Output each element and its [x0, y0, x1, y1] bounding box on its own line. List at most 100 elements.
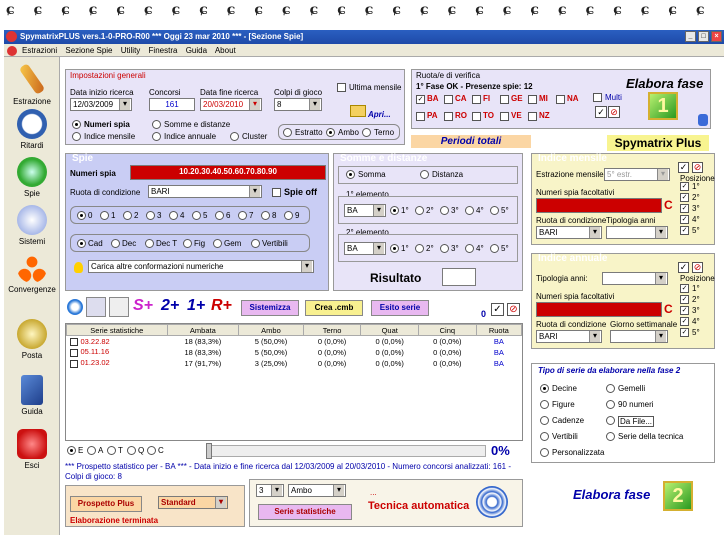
distanza-radio[interactable] [420, 170, 429, 179]
digit-radio-7[interactable] [238, 211, 247, 220]
table-row[interactable]: 03.22.82 18 (83,3%) 5 (50,0%) 0 (0,0%) 0 (0,… [67, 336, 522, 347]
apos-check-4[interactable]: ✓ [680, 317, 689, 326]
indice-mensile-radio[interactable] [72, 132, 81, 141]
table-row[interactable]: 05.11.16 18 (83,3%) 5 (50,0%) 0 (0,0%) 0 (0,… [67, 347, 522, 358]
digit-radio-1[interactable] [100, 211, 109, 220]
menu-guida[interactable]: Guida [186, 46, 207, 55]
pos2-radio-2[interactable] [415, 244, 424, 253]
sidebar-item-ritardi[interactable]: Ritardi [4, 109, 60, 150]
fase2-radio-gemelli[interactable] [606, 384, 615, 393]
ruota-checkbox-fi[interactable] [472, 95, 481, 104]
sorte-select[interactable]: Ambo [288, 484, 346, 497]
elemento-1-ruota[interactable]: BA [344, 204, 386, 217]
annuale-clear-c-button[interactable]: C [664, 302, 673, 316]
standard-select[interactable]: Standard [158, 496, 228, 509]
ruota-checkbox-na[interactable] [556, 95, 565, 104]
fase2-radio-vertibili[interactable] [540, 432, 549, 441]
mpos-check-1[interactable]: ✓ [680, 182, 689, 191]
somme-distanze-radio[interactable] [152, 120, 161, 129]
row-checkbox[interactable] [69, 337, 78, 346]
sorte-filter-radio-q[interactable] [127, 446, 136, 455]
menu-about[interactable]: About [215, 46, 236, 55]
fase2-radio-da-file-[interactable] [606, 416, 615, 425]
digit-radio-4[interactable] [169, 211, 178, 220]
annuale-tipologia-select[interactable] [602, 272, 668, 285]
digit-radio-5[interactable] [192, 211, 201, 220]
menu-utility[interactable]: Utility [121, 46, 141, 55]
progress-slider[interactable] [206, 445, 486, 457]
elemento-2-ruota[interactable]: BA [344, 242, 386, 255]
pos2-radio-5[interactable] [490, 244, 499, 253]
zoom-icon[interactable] [86, 297, 106, 317]
mensile-clear-all[interactable]: ⊘ [692, 162, 703, 173]
ruota-checkbox-ca[interactable] [444, 95, 453, 104]
fase2-radio-cadenze[interactable] [540, 416, 549, 425]
periodi-totali-bar[interactable]: Periodi totali [411, 135, 531, 148]
sorte-filter-radio-e[interactable] [67, 446, 76, 455]
ultima-mensile-checkbox[interactable] [337, 83, 346, 92]
ruota-checkbox-nz[interactable] [528, 112, 537, 121]
numeri-spia-radio[interactable] [72, 120, 81, 129]
menu-estrazioni[interactable]: Estrazioni [22, 46, 57, 55]
pos1-radio-3[interactable] [440, 206, 449, 215]
clear-all-button[interactable]: ⊘ [608, 106, 620, 118]
crea-cmb-button[interactable]: Crea .cmb [305, 300, 363, 316]
one-plus-button[interactable]: 1+ [187, 297, 205, 315]
clear-c-button[interactable]: C [664, 198, 673, 212]
carica-conformazioni-select[interactable]: Carica altre conformazioni numeriche [88, 260, 314, 273]
pos2-radio-3[interactable] [440, 244, 449, 253]
sidebar-item-spie[interactable]: Spie [4, 157, 60, 198]
menu-finestra[interactable]: Finestra [149, 46, 178, 55]
ruota-checkbox-ba[interactable]: ✓ [416, 95, 425, 104]
fase-2-button[interactable]: 2 [663, 481, 693, 511]
tipologia-anni-select[interactable] [606, 226, 668, 239]
table-row[interactable]: 01.23.02 17 (91,7%) 3 (25,0%) 0 (0,0%) 0 (0,… [67, 358, 522, 369]
menu-sezione-spie[interactable]: Sezione Spie [65, 46, 112, 55]
pos1-radio-5[interactable] [490, 206, 499, 215]
sorte-filter-radio-a[interactable] [87, 446, 96, 455]
spie-off-checkbox[interactable] [272, 188, 281, 197]
num-select[interactable]: 3 [256, 484, 284, 497]
check-all-button[interactable]: ✓ [595, 106, 607, 118]
mensile-check-all[interactable]: ✓ [678, 162, 689, 173]
sorte-filter-radio-t[interactable] [107, 446, 116, 455]
digit-radio-8[interactable] [261, 211, 270, 220]
mpos-check-3[interactable]: ✓ [680, 204, 689, 213]
ruota-checkbox-to[interactable] [472, 112, 481, 121]
fase2-radio-personalizzata[interactable] [540, 448, 549, 457]
pos1-radio-4[interactable] [465, 206, 474, 215]
estratto-radio[interactable] [283, 128, 292, 137]
apos-check-1[interactable]: ✓ [680, 284, 689, 293]
pos1-radio-2[interactable] [415, 206, 424, 215]
giorno-settimanale-select[interactable] [610, 330, 668, 343]
ruota-checkbox-pa[interactable] [416, 112, 425, 121]
apos-check-5[interactable]: ✓ [680, 328, 689, 337]
ie-icon[interactable] [67, 299, 83, 315]
ruota-checkbox-ro[interactable] [444, 112, 453, 121]
annuale-numeri-field[interactable] [536, 302, 662, 317]
serie-statistiche-button[interactable]: Serie statistiche [258, 504, 352, 520]
data-fine-field[interactable]: 20/03/2010 [200, 98, 262, 111]
sidebar-item-estrazione[interactable]: Estrazione [4, 63, 60, 106]
indice-annuale-radio[interactable] [152, 132, 161, 141]
ambo-radio[interactable] [326, 128, 335, 137]
esito-serie-button[interactable]: Esito serie [371, 300, 429, 316]
help-icon[interactable] [698, 114, 708, 126]
cad-radio-cad[interactable] [77, 239, 86, 248]
fase2-radio-figure[interactable] [540, 400, 549, 409]
risultato-field[interactable] [442, 268, 476, 286]
rplus-button[interactable]: R+ [211, 297, 232, 315]
cad-radio-dec[interactable] [111, 239, 120, 248]
digit-radio-0[interactable] [77, 211, 86, 220]
fase-1-button[interactable]: 1 [648, 92, 678, 120]
pos2-radio-1[interactable] [390, 244, 399, 253]
sidebar-item-convergenze[interactable]: Convergenze [4, 253, 60, 294]
mpos-check-2[interactable]: ✓ [680, 193, 689, 202]
close-button[interactable]: × [711, 31, 722, 42]
sidebar-item-sistemi[interactable]: Sistemi [4, 205, 60, 246]
cluster-radio[interactable] [230, 132, 239, 141]
ruota-checkbox-ge[interactable] [500, 95, 509, 104]
somma-radio[interactable] [346, 170, 355, 179]
apos-check-3[interactable]: ✓ [680, 306, 689, 315]
fase2-radio-decine[interactable] [540, 384, 549, 393]
